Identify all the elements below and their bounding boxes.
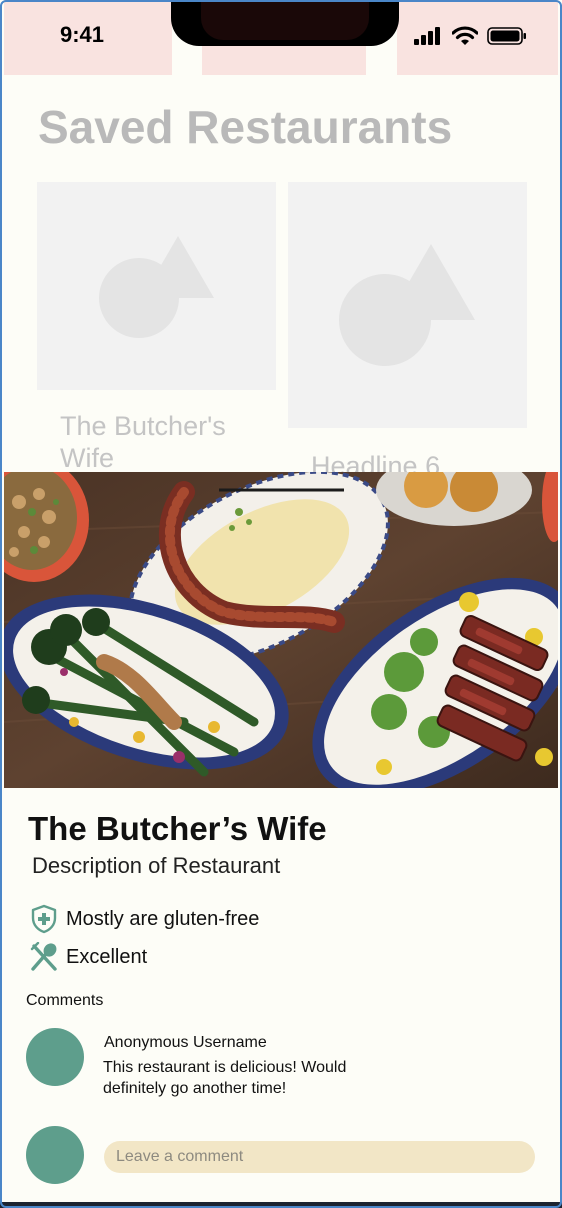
wifi-icon — [452, 26, 478, 45]
rating-info-row: Excellent — [30, 942, 147, 972]
comment-input[interactable] — [104, 1141, 535, 1173]
restaurant-description: Description of Restaurant — [32, 853, 281, 878]
image-placeholder-icon — [99, 236, 214, 338]
cellular-signal-icon — [414, 27, 440, 45]
card-image-placeholder — [37, 182, 276, 390]
comment-text: This restaurant is delicious! Would defi… — [103, 1059, 347, 1097]
dietary-info-row: Mostly are gluten-free — [30, 904, 259, 934]
page-title: Saved Restaurants — [38, 101, 453, 153]
image-placeholder-icon — [339, 244, 475, 366]
restaurant-name: The Butcher’s Wife — [28, 810, 327, 847]
card-image-placeholder — [288, 182, 527, 428]
comments-heading: Comments — [26, 992, 104, 1009]
card-title: The Butcher's Wife — [60, 411, 226, 473]
comment-username: Anonymous Username — [104, 1034, 267, 1051]
current-user-avatar — [26, 1126, 84, 1184]
fork-spoon-icon — [30, 942, 57, 971]
rating-label: Excellent — [66, 945, 148, 968]
battery-icon — [487, 27, 526, 45]
avatar — [26, 1028, 84, 1086]
status-time: 9:41 — [60, 22, 105, 47]
dietary-info-label: Mostly are gluten-free — [66, 907, 260, 930]
device-bottom-edge — [0, 1202, 562, 1208]
device-notch — [171, 0, 399, 46]
restaurant-hero-image — [4, 472, 558, 788]
shield-plus-icon — [31, 904, 57, 934]
